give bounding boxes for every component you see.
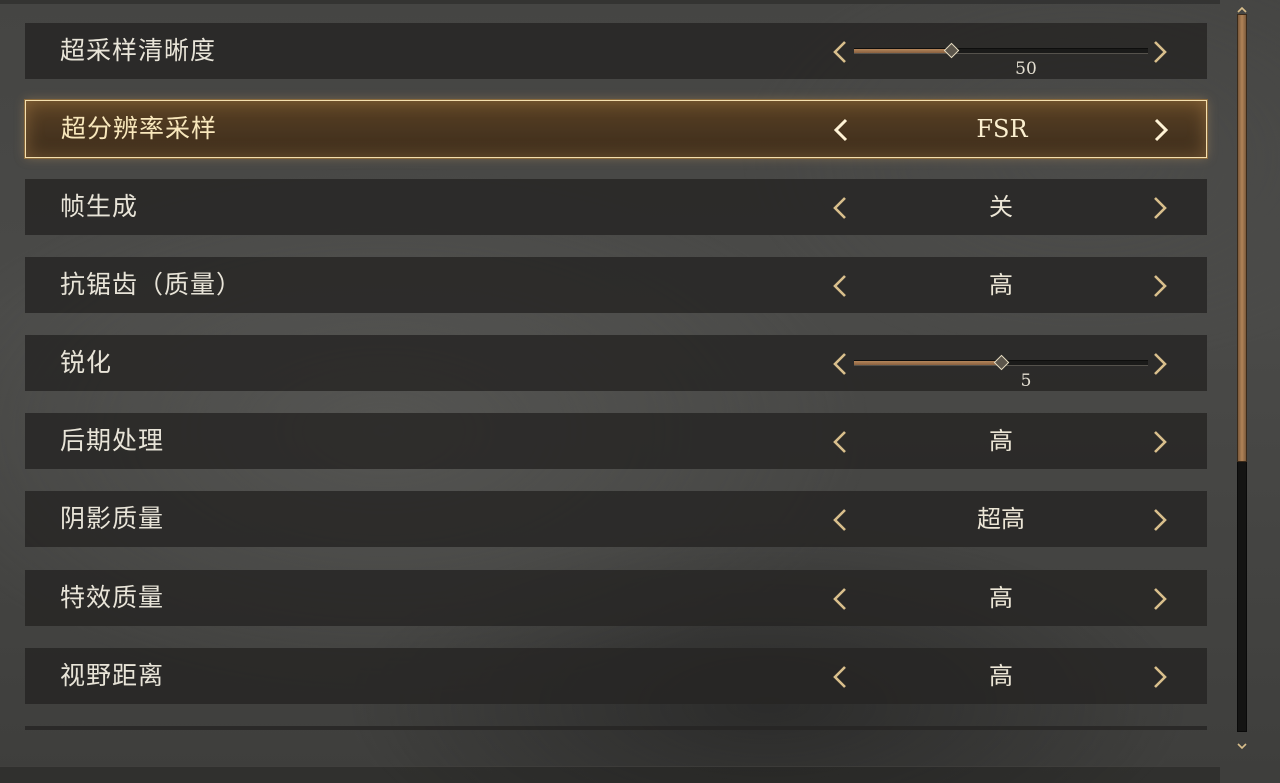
setting-row-supersampling-sharpness[interactable]: 超采样清晰度 50	[25, 23, 1207, 79]
slider-value: 5	[1020, 371, 1032, 391]
setting-row-frame-generation[interactable]: 帧生成 关	[25, 179, 1207, 235]
setting-label: 特效质量	[60, 583, 165, 612]
setting-value: 高	[989, 271, 1013, 299]
setting-row-sharpening[interactable]: 锐化 5	[25, 335, 1207, 391]
setting-value: 高	[989, 584, 1013, 612]
setting-label: 超分辨率采样	[61, 114, 218, 143]
setting-label: 阴影质量	[60, 504, 165, 533]
setting-label: 锐化	[60, 348, 113, 377]
chevron-right-icon[interactable]	[1145, 257, 1175, 313]
partial-setting-row	[25, 726, 1207, 730]
chevron-right-icon[interactable]	[1145, 570, 1175, 626]
setting-value: 超高	[977, 505, 1025, 533]
chevron-left-icon[interactable]	[825, 491, 855, 547]
setting-value: 高	[989, 427, 1013, 455]
chevron-left-icon[interactable]	[825, 23, 855, 79]
setting-row-anti-aliasing[interactable]: 抗锯齿（质量） 高	[25, 257, 1207, 313]
setting-row-shadow-quality[interactable]: 阴影质量 超高	[25, 491, 1207, 547]
sharpening-slider[interactable]	[854, 354, 1148, 371]
chevron-left-icon[interactable]	[825, 648, 855, 704]
slider-value: 50	[1015, 59, 1037, 79]
setting-label: 帧生成	[60, 192, 139, 221]
setting-label: 抗锯齿（质量）	[60, 270, 243, 299]
setting-row-post-processing[interactable]: 后期处理 高	[25, 413, 1207, 469]
slider-thumb[interactable]	[993, 354, 1010, 371]
slider-thumb[interactable]	[943, 42, 960, 59]
chevron-left-icon[interactable]	[825, 257, 855, 313]
chevron-right-icon[interactable]	[1145, 335, 1175, 391]
chevron-up-icon[interactable]	[1237, 0, 1247, 13]
vertical-scrollbar[interactable]	[1236, 0, 1248, 760]
slider-fill	[854, 49, 952, 53]
setting-label: 后期处理	[60, 426, 165, 455]
chevron-down-icon[interactable]	[1237, 736, 1247, 750]
setting-value: 高	[989, 662, 1013, 690]
chevron-right-icon[interactable]	[1145, 648, 1175, 704]
chevron-right-icon[interactable]	[1145, 179, 1175, 235]
slider-fill	[854, 361, 1001, 365]
chevron-right-icon[interactable]	[1145, 491, 1175, 547]
setting-label: 视野距离	[60, 661, 165, 690]
chevron-left-icon[interactable]	[825, 335, 855, 391]
bottom-edge	[0, 766, 1220, 783]
setting-row-view-distance[interactable]: 视野距离 高	[25, 648, 1207, 704]
setting-value: FSR	[976, 115, 1028, 143]
chevron-right-icon[interactable]	[1145, 23, 1175, 79]
top-edge	[0, 0, 1220, 4]
supersampling-sharpness-slider[interactable]	[854, 42, 1148, 59]
chevron-left-icon[interactable]	[825, 570, 855, 626]
setting-row-super-resolution[interactable]: 超分辨率采样 FSR	[25, 100, 1207, 158]
setting-value: 关	[989, 193, 1013, 221]
chevron-right-icon[interactable]	[1146, 101, 1176, 157]
chevron-left-icon[interactable]	[826, 101, 856, 157]
chevron-left-icon[interactable]	[825, 179, 855, 235]
scrollbar-handle[interactable]	[1237, 14, 1247, 462]
chevron-left-icon[interactable]	[825, 413, 855, 469]
setting-label: 超采样清晰度	[60, 36, 217, 65]
chevron-right-icon[interactable]	[1145, 413, 1175, 469]
setting-row-effects-quality[interactable]: 特效质量 高	[25, 570, 1207, 626]
